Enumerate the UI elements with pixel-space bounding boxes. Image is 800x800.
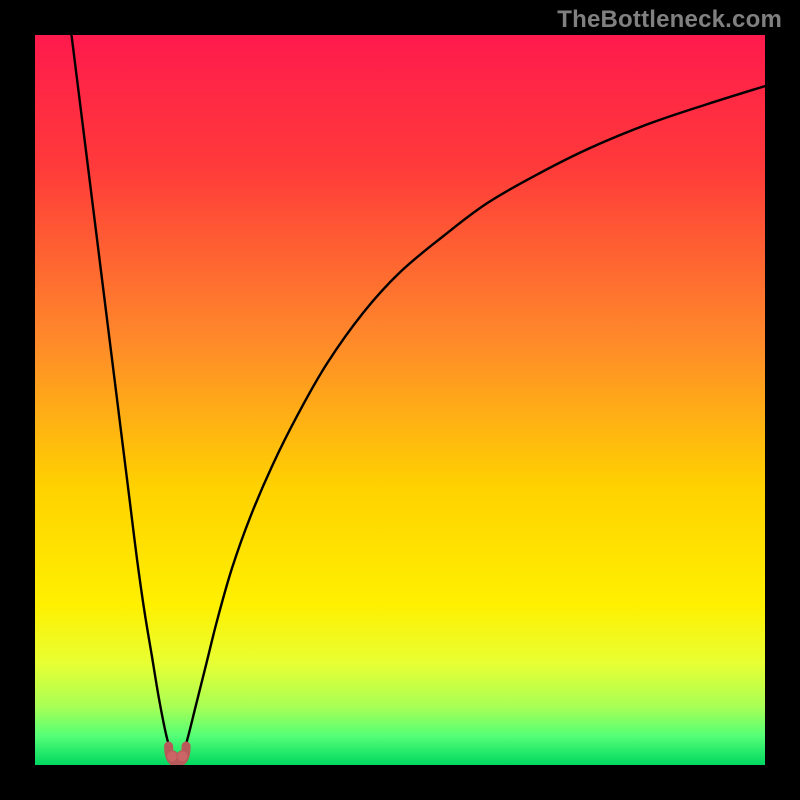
marker-min-left (167, 751, 178, 762)
bottleneck-plot (35, 35, 765, 765)
watermark-text: TheBottleneck.com (557, 6, 782, 34)
marker-min-right (177, 751, 188, 762)
outer-frame: TheBottleneck.com (0, 0, 800, 800)
gradient-background (35, 35, 765, 765)
